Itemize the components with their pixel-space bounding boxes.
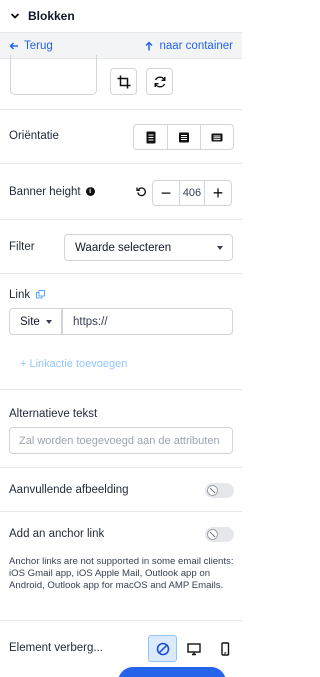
- element-hide-label: Element verberg...: [9, 642, 103, 654]
- reset-icon[interactable]: [136, 186, 147, 197]
- banner-height-label: Banner height i: [9, 186, 95, 198]
- orientation-portrait-option[interactable]: [134, 125, 167, 149]
- filter-select[interactable]: Waarde selecteren: [64, 234, 233, 261]
- back-link[interactable]: Terug: [9, 40, 53, 52]
- divider: [0, 163, 242, 164]
- mobile-icon: [220, 641, 229, 656]
- arrow-up-icon: [145, 40, 153, 50]
- divider: [0, 620, 242, 621]
- filter-label: Filter: [9, 241, 35, 253]
- desktop-icon: [186, 642, 201, 655]
- arrow-left-icon: [9, 41, 18, 50]
- anchor-note: Anchor links are not supported in some e…: [9, 556, 234, 592]
- toggle-off-icon: [207, 485, 218, 496]
- panel-header[interactable]: Blokken: [0, 0, 242, 33]
- replace-image-button[interactable]: [146, 68, 173, 95]
- extra-image-label: Aanvullende afbeelding: [9, 484, 129, 496]
- crop-button[interactable]: [110, 68, 137, 95]
- refresh-icon: [154, 76, 165, 87]
- hide-none-option[interactable]: [148, 635, 177, 662]
- portrait-icon: [146, 131, 155, 143]
- link-type-selected: Site: [20, 315, 40, 328]
- alt-text-label: Alternatieve tekst: [9, 408, 98, 420]
- element-hide-selector: [148, 635, 239, 662]
- banner-height-text: Banner height: [9, 186, 81, 198]
- link-label: Link: [9, 289, 46, 301]
- toggle-off-icon: [207, 529, 218, 540]
- hide-none-icon: [156, 642, 169, 655]
- copy-icon[interactable]: [36, 290, 46, 299]
- crop-icon: [117, 75, 130, 88]
- anchor-label: Add an anchor link: [9, 528, 105, 540]
- divider: [0, 109, 242, 110]
- divider: [0, 467, 242, 468]
- add-link-action-button[interactable]: + Linkactie toevoegen: [20, 358, 127, 370]
- link-url-input[interactable]: https://: [62, 308, 233, 335]
- orientation-selector: [133, 124, 234, 150]
- desktop-option[interactable]: [179, 635, 208, 662]
- orientation-label: Oriëntatie: [9, 130, 59, 142]
- save-button[interactable]: [118, 667, 226, 677]
- alt-text-placeholder: Zal worden toegevoegd aan de attributen: [19, 434, 220, 447]
- link-type-select[interactable]: Site: [9, 308, 62, 335]
- divider: [0, 219, 242, 220]
- info-icon[interactable]: i: [85, 187, 95, 197]
- banner-height-stepper: − 406 +: [152, 180, 232, 206]
- wide-icon: [211, 133, 223, 141]
- mobile-option[interactable]: [210, 635, 239, 662]
- link-label-text: Link: [9, 289, 31, 301]
- divider: [0, 389, 242, 390]
- image-preview[interactable]: [10, 55, 97, 95]
- divider: [0, 273, 242, 274]
- alt-text-input[interactable]: Zal worden toegevoegd aan de attributen: [9, 427, 233, 454]
- decrement-button[interactable]: −: [153, 181, 179, 205]
- filter-selected-value: Waarde selecteren: [75, 241, 172, 254]
- container-link-label: naar container: [159, 39, 233, 52]
- extra-image-toggle[interactable]: [205, 483, 234, 498]
- caret-down-icon: [46, 320, 52, 324]
- divider: [0, 511, 242, 512]
- increment-button[interactable]: +: [205, 181, 231, 205]
- link-url-value: https://: [73, 315, 108, 328]
- landscape-icon: [179, 132, 189, 142]
- orientation-wide-option[interactable]: [200, 125, 233, 149]
- container-link[interactable]: naar container: [144, 40, 233, 52]
- back-link-label: Terug: [24, 39, 53, 52]
- caret-down-icon: [217, 246, 223, 250]
- banner-height-value[interactable]: 406: [179, 181, 205, 205]
- anchor-toggle[interactable]: [205, 527, 234, 542]
- panel-title: Blokken: [28, 9, 75, 23]
- orientation-landscape-option[interactable]: [167, 125, 200, 149]
- chevron-down-icon: [10, 13, 20, 19]
